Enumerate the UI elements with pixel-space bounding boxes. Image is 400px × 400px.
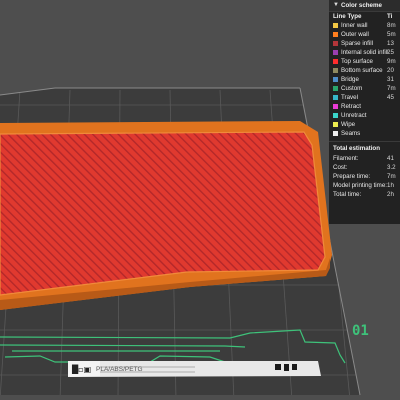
color-swatch [333,86,338,91]
legend-column-headers: Line Type Ti [329,12,400,21]
legend-item-time: 25 [387,49,394,56]
color-swatch [333,77,338,82]
estimation-list: Filament: 41 Cost: 3.2 Prepare time: 7m Model … [329,154,400,199]
legend-item[interactable]: Travel 45 [329,93,400,102]
legend-item-time: 9m [387,58,396,65]
legend-header[interactable]: ▼ Color scheme [329,0,400,12]
legend-item-label: Sparse infill [341,40,373,47]
legend-item-label: Inner wall [341,22,368,29]
column-line-type: Line Type [333,13,362,20]
legend-item-label: Bridge [341,76,359,83]
legend-item[interactable]: Custom 7m [329,84,400,93]
legend-item[interactable]: Bottom surface 20 [329,66,400,75]
legend-item[interactable]: Bridge 31 [329,75,400,84]
legend-item-label: Retract [341,103,361,110]
color-swatch [333,23,338,28]
legend-item[interactable]: Wipe [329,120,400,129]
estimation-row: Cost: 3.2 [329,163,400,172]
estimation-row: Model printing time: 1h [329,181,400,190]
estimation-label: Total time: [333,191,362,198]
color-swatch [333,32,338,37]
legend-item-time: 31 [387,76,394,83]
estimation-label: Filament: [333,155,359,162]
estimation-value: 1h [387,182,394,189]
legend-item-time: 20 [387,67,394,74]
legend-item-label: Internal solid infill [341,49,389,56]
column-time: Ti [387,13,393,20]
color-swatch [333,59,338,64]
legend-item-label: Travel [341,94,358,101]
legend-item[interactable]: Outer wall 5m [329,30,400,39]
color-swatch [333,50,338,55]
plate-number: 01 [352,323,369,339]
plate-controls[interactable] [275,364,297,371]
legend-list: Inner wall 8m Outer wall 5m Sparse infill 13 I… [329,21,400,138]
color-swatch [333,95,338,100]
estimation-label: Model printing time: [333,182,387,189]
legend-item[interactable]: Seams [329,129,400,138]
estimation-value: 2h [387,191,394,198]
legend-item-label: Bottom surface [341,67,383,74]
estimation-value: 41 [387,155,394,162]
legend-item-time: 45 [387,94,394,101]
legend-title: Color scheme [341,2,382,9]
chevron-down-icon[interactable]: ▼ [333,0,341,11]
plate-material-label: PLA/ABS/PETG [96,366,143,373]
color-swatch [333,122,338,127]
legend-item[interactable]: Top surface 9m [329,57,400,66]
legend-item[interactable]: Sparse infill 13 [329,39,400,48]
legend-item[interactable]: Unretract [329,111,400,120]
color-swatch [333,41,338,46]
estimation-row: Filament: 41 [329,154,400,163]
estimation-label: Prepare time: [333,173,371,180]
estimation-row: Total time: 2h [329,190,400,199]
legend-item[interactable]: Inner wall 8m [329,21,400,30]
divider [329,141,400,142]
legend-item-label: Outer wall [341,31,369,38]
plate-icons: █▫▣ [71,364,91,374]
legend-item-time: 13 [387,40,394,47]
color-scheme-legend: ▼ Color scheme Line Type Ti Inner wall 8m… [329,0,400,224]
estimation-row: Prepare time: 7m [329,172,400,181]
legend-item-label: Seams [341,130,361,137]
legend-item-time: 8m [387,22,396,29]
legend-item-time: 5m [387,31,396,38]
legend-item[interactable]: Retract [329,102,400,111]
estimation-value: 3.2 [387,164,396,171]
color-swatch [333,68,338,73]
estimation-label: Cost: [333,164,348,171]
legend-item-label: Top surface [341,58,373,65]
color-swatch [333,131,338,136]
legend-item[interactable]: Internal solid infill 25 [329,48,400,57]
legend-item-time: 7m [387,85,396,92]
total-estimation-title: Total estimation [333,145,380,152]
estimation-value: 7m [387,173,396,180]
color-swatch [333,113,338,118]
legend-item-label: Custom [341,85,363,92]
legend-item-label: Unretract [341,112,367,119]
color-swatch [333,104,338,109]
legend-item-label: Wipe [341,121,356,128]
